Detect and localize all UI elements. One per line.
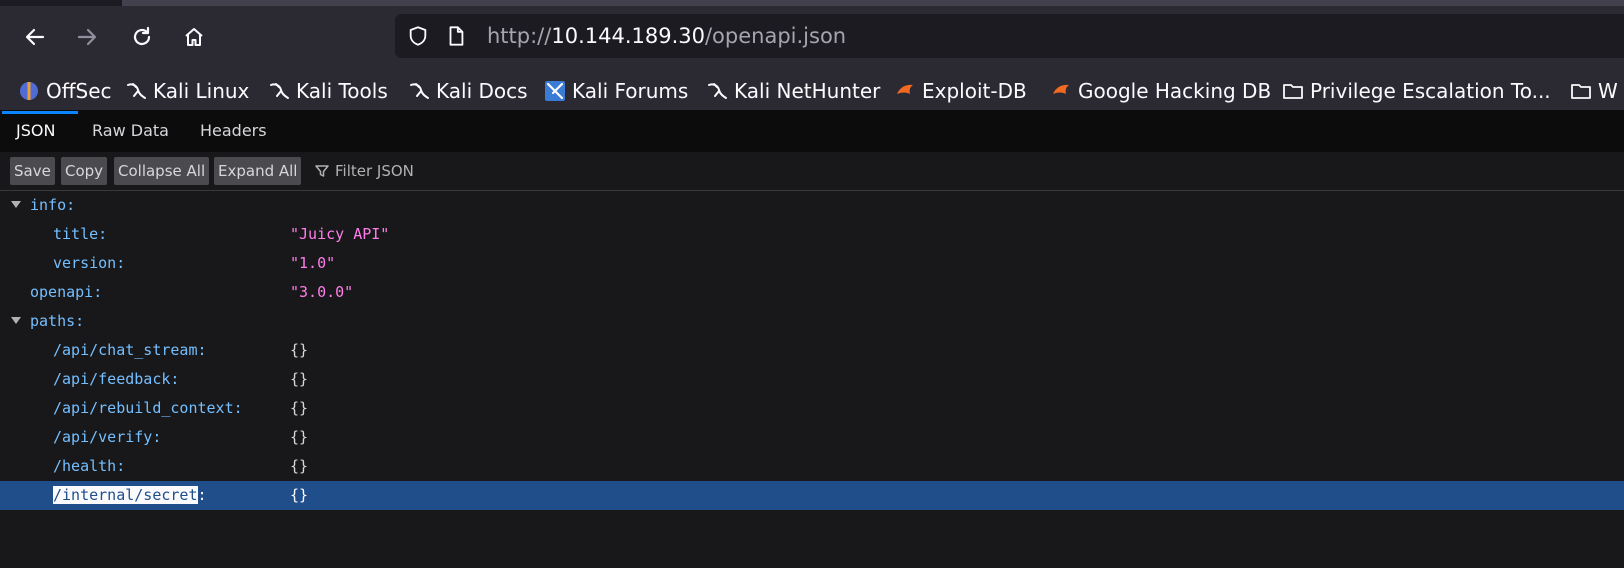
- page-icon[interactable]: [445, 25, 467, 47]
- kali-dragon-icon: [706, 80, 728, 102]
- bookmark-folder-truncated[interactable]: W: [1570, 76, 1618, 106]
- tree-row[interactable]: title: "Juicy API": [0, 220, 1624, 249]
- url-text[interactable]: http://10.144.189.30/openapi.json: [487, 24, 846, 48]
- save-button[interactable]: Save: [10, 157, 55, 185]
- json-value: "Juicy API": [290, 225, 390, 243]
- reload-button[interactable]: [125, 20, 159, 54]
- bookmark-label: Exploit-DB: [922, 79, 1027, 103]
- bookmark-label: Kali Forums: [572, 79, 689, 103]
- tree-row-paths[interactable]: paths:: [0, 307, 1624, 336]
- copy-button[interactable]: Copy: [61, 157, 108, 185]
- folder-icon: [1570, 80, 1592, 102]
- bookmark-label: Kali NetHunter: [734, 79, 881, 103]
- json-viewer-tabs: JSON Raw Data Headers: [0, 111, 1624, 153]
- json-key: version:: [53, 254, 126, 272]
- json-key: paths:: [30, 312, 85, 330]
- json-key: /api/chat_stream:: [53, 341, 207, 359]
- tree-row[interactable]: /api/rebuild_context: {}: [0, 394, 1624, 423]
- json-key: /api/feedback:: [53, 370, 180, 388]
- url-scheme: http://: [487, 24, 552, 48]
- bookmark-label: Kali Tools: [296, 79, 388, 103]
- tab-raw-data[interactable]: Raw Data: [92, 111, 169, 151]
- json-key: title:: [53, 225, 108, 243]
- tree-row[interactable]: /api/chat_stream: {}: [0, 336, 1624, 365]
- bookmark-label: W: [1598, 79, 1618, 103]
- url-host: 10.144.189.30: [551, 24, 705, 48]
- bookmark-google-hacking-db[interactable]: Google Hacking DB: [1050, 76, 1271, 106]
- arrow-right-icon: [77, 28, 97, 46]
- offsec-icon: [18, 80, 40, 102]
- shield-icon[interactable]: [407, 25, 429, 47]
- home-button[interactable]: [177, 20, 211, 54]
- json-value: {}: [290, 341, 309, 359]
- tree-row-info[interactable]: info:: [0, 191, 1624, 220]
- folder-icon: [1282, 80, 1304, 102]
- kali-dragon-icon: [268, 80, 290, 102]
- bookmark-label: Google Hacking DB: [1078, 79, 1272, 103]
- kali-forums-icon: [544, 80, 566, 102]
- tree-row-selected[interactable]: /internal/secret: {}: [0, 481, 1624, 510]
- navigation-toolbar: http://10.144.189.30/openapi.json: [0, 0, 1624, 72]
- tree-row[interactable]: version: "1.0": [0, 249, 1624, 278]
- tree-row[interactable]: /api/verify: {}: [0, 423, 1624, 452]
- url-path: /openapi.json: [704, 24, 847, 48]
- address-bar[interactable]: http://10.144.189.30/openapi.json: [395, 14, 1624, 58]
- filter-icon: [315, 165, 329, 177]
- forward-button[interactable]: [70, 20, 104, 54]
- bookmark-offsec[interactable]: OffSec: [18, 76, 112, 106]
- json-value: {}: [290, 428, 309, 446]
- arrow-left-icon: [25, 28, 45, 46]
- bookmark-kali-linux[interactable]: Kali Linux: [125, 76, 249, 106]
- json-key: /api/rebuild_context:: [53, 399, 243, 417]
- back-button[interactable]: [18, 20, 52, 54]
- json-value: "3.0.0": [290, 283, 354, 301]
- json-key: /api/verify:: [53, 428, 162, 446]
- filter-placeholder: Filter JSON: [335, 162, 414, 180]
- json-value: {}: [290, 370, 309, 388]
- bookmark-kali-forums[interactable]: Kali Forums: [544, 76, 688, 106]
- bookmark-label: OffSec: [46, 79, 112, 103]
- json-key: /health:: [53, 457, 126, 475]
- json-key: openapi:: [30, 283, 103, 301]
- bookmark-folder-privilege-escalation[interactable]: Privilege Escalation To...: [1282, 76, 1551, 106]
- reload-icon: [133, 26, 151, 46]
- json-value: {}: [290, 399, 309, 417]
- bookmark-exploit-db[interactable]: Exploit-DB: [894, 76, 1027, 106]
- json-toolbar: Save Copy Collapse All Expand All Filter…: [0, 152, 1624, 191]
- inactive-tab-edge[interactable]: [122, 0, 1624, 6]
- expand-all-button[interactable]: Expand All: [214, 157, 302, 185]
- bookmark-label: Privilege Escalation To...: [1310, 79, 1551, 103]
- bookmark-label: Kali Docs: [436, 79, 528, 103]
- json-key: /internal/secret:: [53, 486, 207, 504]
- expand-triangle-icon[interactable]: [11, 317, 21, 324]
- bookmark-label: Kali Linux: [153, 79, 250, 103]
- home-icon: [185, 28, 203, 46]
- json-value: {}: [290, 486, 309, 504]
- json-value: {}: [290, 457, 309, 475]
- kali-dragon-icon: [408, 80, 430, 102]
- json-tree: info: title: "Juicy API" version: "1.0" …: [0, 191, 1624, 568]
- bookmark-kali-tools[interactable]: Kali Tools: [268, 76, 388, 106]
- expand-triangle-icon[interactable]: [11, 201, 21, 208]
- tree-row[interactable]: /health: {}: [0, 452, 1624, 481]
- bookmark-kali-docs[interactable]: Kali Docs: [408, 76, 528, 106]
- exploit-db-icon: [894, 80, 916, 102]
- bookmark-kali-nethunter[interactable]: Kali NetHunter: [706, 76, 880, 106]
- tab-headers[interactable]: Headers: [200, 111, 267, 151]
- tree-row[interactable]: /api/feedback: {}: [0, 365, 1624, 394]
- exploit-db-icon: [1050, 80, 1072, 102]
- tab-json[interactable]: JSON: [16, 111, 55, 151]
- tree-row[interactable]: openapi: "3.0.0": [0, 278, 1624, 307]
- kali-dragon-icon: [125, 80, 147, 102]
- filter-json-input[interactable]: Filter JSON: [314, 157, 414, 185]
- collapse-all-button[interactable]: Collapse All: [114, 157, 210, 185]
- json-value: "1.0": [290, 254, 336, 272]
- json-key: info:: [30, 196, 76, 214]
- bookmarks-toolbar: OffSec Kali Linux Kali Tools Kali Docs K…: [0, 72, 1624, 111]
